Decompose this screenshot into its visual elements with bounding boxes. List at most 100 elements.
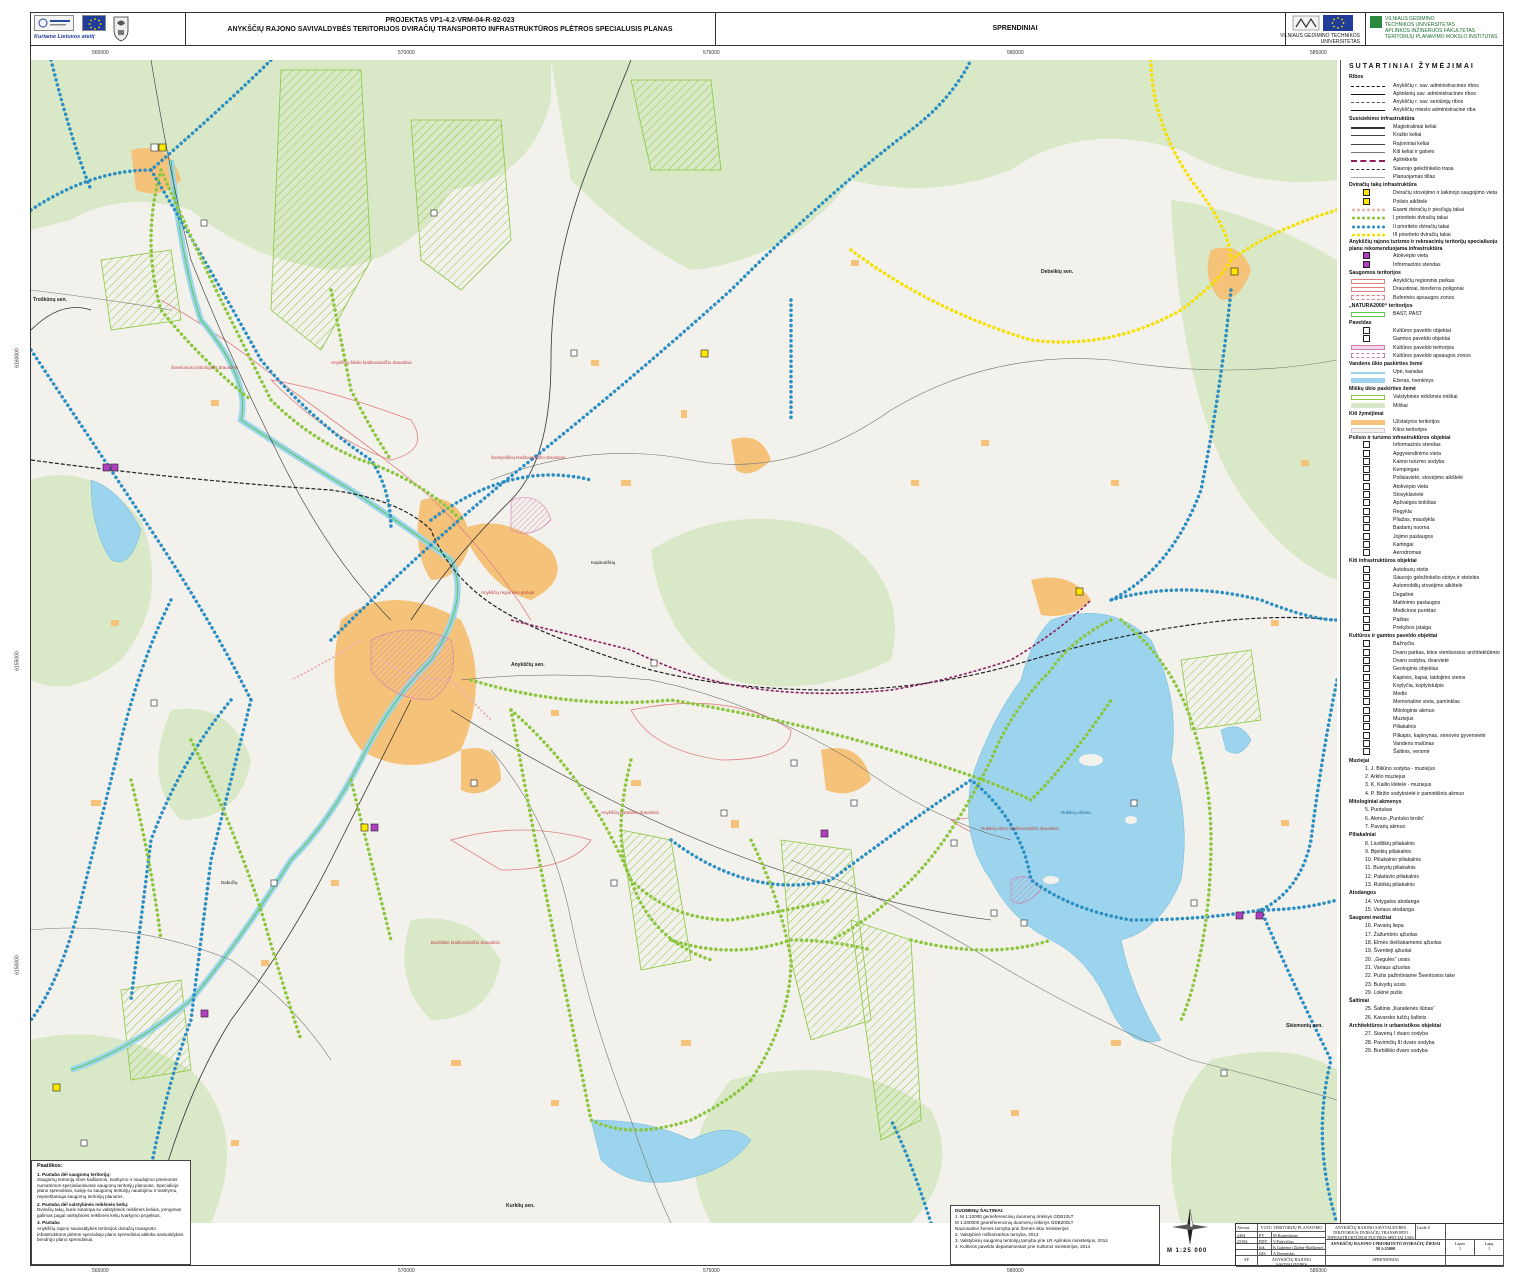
legend-symbol-icon <box>1363 656 1370 664</box>
legend-item: Mitologinis akmuo <box>1341 706 1500 715</box>
legend-item-label: Apgyvendinimo vieta <box>1393 450 1441 457</box>
institute-line: TERITORIJŲ PLANAVIMO MOKSLO INSTITUTAS <box>1385 34 1498 40</box>
coord-left: 6160000 <box>14 348 21 368</box>
legend-item: Miškai <box>1341 402 1500 410</box>
legend-area-swatch <box>1351 286 1385 292</box>
legend-item: Siaurojo geležinkelio stotys ir stotelės <box>1341 574 1500 582</box>
legend-area-swatch <box>1351 372 1385 375</box>
legend-item: Dviračių stovėjimo ir laikinojo saugojim… <box>1341 189 1500 197</box>
map-scale: M 1:25 000 <box>1167 1248 1208 1254</box>
legend-item: Anykščių miesto administracinė riba <box>1341 106 1500 114</box>
legend-numbered-item: 6. Akmuo „Puntuko brolis“ <box>1365 815 1425 822</box>
funding-logos: Kuriame Lietuvos ateitį <box>34 15 184 43</box>
legend-section-title: Architektūros ir urbanistikos objektai <box>1349 1023 1441 1030</box>
bike-parking-icon <box>360 823 369 832</box>
legend-item-label: Bažnyčia <box>1393 641 1415 648</box>
legend-numbered-item: 21. Variaus ąžuolas <box>1365 964 1411 971</box>
legend-area-swatch <box>1351 419 1385 425</box>
legend-area-swatch <box>1351 295 1385 301</box>
legend-numbered-item: 16. Pavarių liepa <box>1365 923 1404 930</box>
legend-item: I prioriteto dviračių takai <box>1341 214 1500 222</box>
legend-numbered-item: 5. Puntukas <box>1365 807 1393 814</box>
tb-sheet-scale: M 1:25000 <box>1376 1246 1395 1251</box>
legend-item-label: Kaimo turizmo sodyba <box>1393 458 1445 465</box>
legend-item: Kitos teritorijos <box>1341 426 1500 434</box>
coord-left: 6150000 <box>14 955 21 975</box>
legend-item: Kiti keliai ir gatvės <box>1341 148 1500 156</box>
legend-numbered-item: 4. P. Biržio sodybvietė ir paminklinis a… <box>1365 790 1465 797</box>
legend-item: Draustiniai, biosferos poligonai <box>1341 285 1500 293</box>
coord-bottom: 585000 <box>1310 1268 1327 1274</box>
project-number: PROJEKTAS VP1-4.2-VRM-04-R-92-023 <box>385 17 515 24</box>
legend-numbered-item: 2. Arklio muziejus <box>1365 774 1406 781</box>
rest-stop-icon <box>102 463 111 472</box>
legend-item-label: Esami dviračių ir pėsčiųjų takai <box>1393 207 1464 214</box>
coord-bottom: 575000 <box>703 1268 720 1274</box>
eldership-label: Debeikių sen. <box>1041 269 1074 275</box>
legend-item: Anykščių r. sav. administracinės ribos <box>1341 82 1500 90</box>
legend-item-label: Kempingas <box>1393 467 1419 474</box>
legend-item: Geologinis objektas <box>1341 665 1500 673</box>
map-drawing[interactable] <box>31 60 1337 1223</box>
legend-section-title: Muziejai <box>1349 757 1370 764</box>
legend-section-title: Kiti žymėjimai <box>1349 410 1384 417</box>
legend-numbered-item: 20. „Gegulės“ uosis <box>1365 956 1410 963</box>
legend-item-label: Ežeras, tvenkinys <box>1393 377 1434 384</box>
coord-top: 575000 <box>703 50 720 56</box>
legend-item: Atokvėpio vieta <box>1341 482 1500 491</box>
legend-item: Regykla <box>1341 507 1500 516</box>
legend-section-title: Miškų ūkio paskirties žemė <box>1349 385 1416 392</box>
tb-edition-label: Laida 0 <box>1416 1224 1446 1240</box>
legend-item: Kultūros paveldo apsaugos zonos <box>1341 352 1500 360</box>
legend-item: Aerodromas <box>1341 549 1500 557</box>
legend-section-title: Mitologiniai akmenys <box>1349 799 1402 806</box>
legend-symbol-icon <box>1363 623 1370 631</box>
map-canvas[interactable]: Troškūnų sen. Debeikių sen. Anykščių sen… <box>31 60 1337 1223</box>
legend-item-label: Krašto keliai <box>1393 132 1422 139</box>
legend-section-title: „NATURA2000“ teritorijos <box>1349 303 1413 310</box>
legend-numbered-item: 29. Lokinė pušis <box>1365 989 1403 996</box>
legend-item-label: Atokvėpio vieta <box>1393 483 1429 490</box>
legend-item: Pilkapis, kapinynas, senovės gyvenvietė <box>1341 731 1500 740</box>
legend-item-label: Valstybinės reikšmės miškai <box>1393 394 1458 401</box>
tb-sheets-no: 1 <box>1487 1246 1491 1251</box>
tb-doc-type: SPRENDINIAI <box>1326 1256 1446 1267</box>
section-title: SPRENDINIAI <box>992 25 1038 32</box>
legend-line-swatch <box>1351 224 1385 229</box>
bike-parking-icon <box>700 349 709 358</box>
legend-numbered-item: 29. Burbiškio dvaro sodyba <box>1365 1047 1428 1054</box>
reserve-label: Anykščių botaninis draustinis <box>601 810 659 815</box>
tb-sheet-number: Lapas 1 <box>1446 1240 1475 1256</box>
legend-numbered-item: 26. Kavarsko tuščų šaltinis <box>1365 1014 1427 1021</box>
legend-item: Bažnyčia <box>1341 640 1500 648</box>
legend-item-label: Regykla <box>1393 508 1412 515</box>
legend-item-label: I prioriteto dviračių takai <box>1393 215 1448 222</box>
legend-section-title: Ribos <box>1349 74 1364 81</box>
legend-symbol-icon <box>1363 540 1370 548</box>
legend-item-label: Muziejus <box>1393 716 1414 723</box>
legend-section-title: Saugomi medžiai <box>1349 915 1392 922</box>
legend-item-label: Aplinkinių sav. administracinės ribos <box>1393 90 1476 97</box>
reserve-label: Burbiškio kraštovaizdžio draustinis <box>431 940 500 945</box>
legend-symbol-icon <box>1363 549 1370 557</box>
data-sources-box: DUOMENŲ ŠALTINIAI: 1. M 1:10000 georefer… <box>950 1205 1160 1265</box>
protected-area-borders <box>160 299 1042 871</box>
legend-item-label: Stovyklavietė <box>1393 492 1424 499</box>
legend-area-swatch <box>1351 93 1385 95</box>
legend-item: Apžvalgos bokštas <box>1341 499 1500 507</box>
legend-numbered-item: 25. Šaltinis „Karalienės liūnas“ <box>1365 1006 1435 1013</box>
legend-symbol-icon <box>1363 715 1370 723</box>
eu-funds-icon <box>38 18 70 28</box>
legend-item-label: Anykščių miesto administracinė riba <box>1393 107 1476 114</box>
municipality-border <box>31 307 92 331</box>
legend-area-swatch <box>1351 176 1385 178</box>
legend-item: Dvaro parkas, kitos vientisosios archite… <box>1341 648 1500 657</box>
legend-item: Maitinimo paslaugos <box>1341 598 1500 607</box>
legend-section-title: Paveldas <box>1349 319 1372 326</box>
legend-symbol-icon <box>1363 197 1370 205</box>
institute-logo-icon <box>1370 16 1382 28</box>
legend-symbol-icon <box>1363 532 1370 540</box>
info-point-icon <box>370 823 379 832</box>
legend-numbered-item: 17. Žažumbrio ąžuolas <box>1365 931 1418 938</box>
legend-item: Medis <box>1341 690 1500 698</box>
